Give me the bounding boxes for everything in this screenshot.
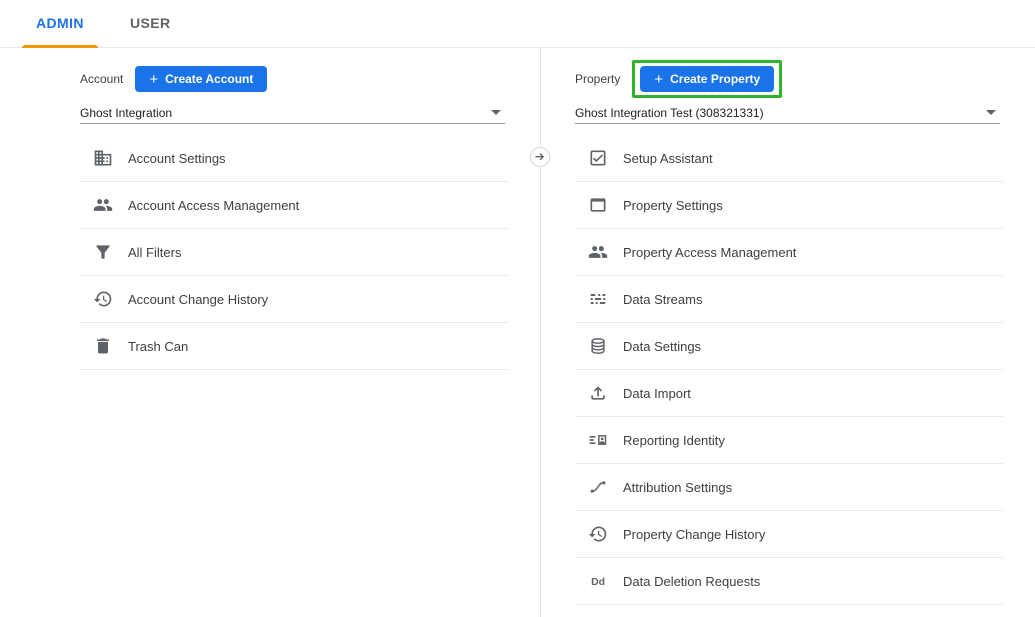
property-item-setup-assistant[interactable]: Setup Assistant <box>575 135 1003 182</box>
chevron-down-icon <box>491 110 501 115</box>
filter-icon <box>92 241 114 263</box>
property-item-property-access-management[interactable]: Property Access Management <box>575 229 1003 276</box>
account-item-trash-can[interactable]: Trash Can <box>80 323 508 370</box>
plus-icon: + <box>149 72 158 87</box>
property-item-attribution-settings[interactable]: Attribution Settings <box>575 464 1003 511</box>
list-item-label: Property Access Management <box>623 245 796 260</box>
admin-page: ADMIN USER Account + Create Account Ghos… <box>0 0 1035 617</box>
history-icon <box>92 288 114 310</box>
property-item-property-settings[interactable]: Property Settings <box>575 182 1003 229</box>
property-list: Setup Assistant Property Settings Property… <box>575 135 1003 605</box>
top-tab-bar: ADMIN USER <box>0 0 1035 48</box>
account-item-account-change-history[interactable]: Account Change History <box>80 276 508 323</box>
property-item-data-deletion-requests[interactable]: Dd Data Deletion Requests <box>575 558 1003 605</box>
property-item-property-change-history[interactable]: Property Change History <box>575 511 1003 558</box>
create-account-button[interactable]: + Create Account <box>135 66 267 92</box>
upload-icon <box>587 382 609 404</box>
list-item-label: Data Streams <box>623 292 702 307</box>
list-item-label: All Filters <box>128 245 181 260</box>
setup-check-icon <box>587 147 609 169</box>
dd-icon: Dd <box>587 570 609 592</box>
svg-text:Dd: Dd <box>591 577 605 588</box>
streams-icon <box>587 288 609 310</box>
property-section-header: Property + Create Property <box>575 62 782 96</box>
building-icon <box>92 147 114 169</box>
list-item-label: Property Settings <box>623 198 723 213</box>
window-icon <box>587 194 609 216</box>
list-item-label: Property Change History <box>623 527 765 542</box>
list-item-label: Account Settings <box>128 151 226 166</box>
create-property-button[interactable]: + Create Property <box>640 66 774 92</box>
property-item-data-settings[interactable]: Data Settings <box>575 323 1003 370</box>
arrow-right-circle-icon <box>529 146 551 168</box>
account-list: Account Settings Account Access Managemen… <box>80 135 508 370</box>
account-item-account-access-management[interactable]: Account Access Management <box>80 182 508 229</box>
account-section-header: Account + Create Account <box>80 62 267 96</box>
property-item-reporting-identity[interactable]: Reporting Identity <box>575 417 1003 464</box>
attribution-icon <box>587 476 609 498</box>
history-icon <box>587 523 609 545</box>
create-property-button-label: Create Property <box>670 72 760 86</box>
list-item-label: Attribution Settings <box>623 480 732 495</box>
property-selector[interactable]: Ghost Integration Test (308321331) <box>575 102 1000 124</box>
column-divider <box>540 48 541 617</box>
tab-user[interactable]: USER <box>116 0 185 48</box>
tab-admin[interactable]: ADMIN <box>22 0 98 48</box>
people-icon <box>587 241 609 263</box>
list-item-label: Setup Assistant <box>623 151 713 166</box>
plus-icon: + <box>654 72 663 87</box>
account-item-account-settings[interactable]: Account Settings <box>80 135 508 182</box>
list-item-label: Trash Can <box>128 339 188 354</box>
list-item-label: Reporting Identity <box>623 433 725 448</box>
list-item-label: Data Settings <box>623 339 701 354</box>
property-item-data-import[interactable]: Data Import <box>575 370 1003 417</box>
property-item-data-streams[interactable]: Data Streams <box>575 276 1003 323</box>
list-item-label: Account Change History <box>128 292 268 307</box>
list-item-label: Account Access Management <box>128 198 299 213</box>
account-item-all-filters[interactable]: All Filters <box>80 229 508 276</box>
account-selector-value: Ghost Integration <box>80 106 172 120</box>
trash-icon <box>92 335 114 357</box>
chevron-down-icon <box>986 110 996 115</box>
highlight-box: + Create Property <box>632 60 782 98</box>
account-section-label: Account <box>80 72 123 86</box>
property-selector-value: Ghost Integration Test (308321331) <box>575 106 764 120</box>
list-item-label: Data Deletion Requests <box>623 574 760 589</box>
property-section-label: Property <box>575 72 620 86</box>
identity-icon <box>587 429 609 451</box>
people-icon <box>92 194 114 216</box>
create-account-button-label: Create Account <box>165 72 253 86</box>
database-icon <box>587 335 609 357</box>
list-item-label: Data Import <box>623 386 691 401</box>
account-selector[interactable]: Ghost Integration <box>80 102 505 124</box>
